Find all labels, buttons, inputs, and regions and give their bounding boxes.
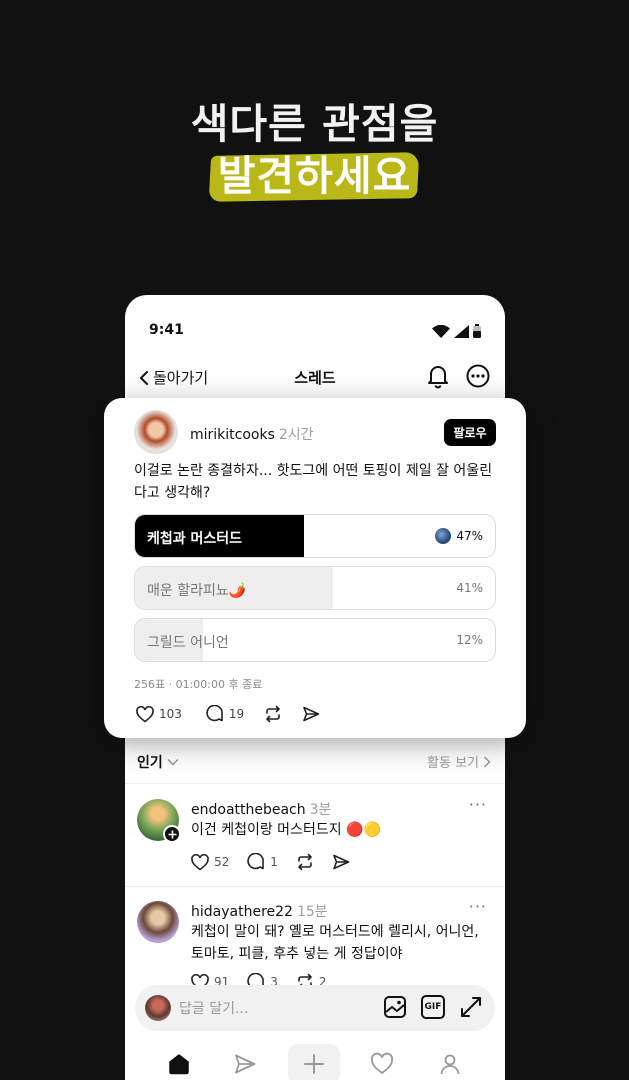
send-icon[interactable]	[233, 1052, 257, 1076]
reply-time: 3분	[309, 802, 332, 818]
wifi-icon	[432, 324, 450, 338]
post-username[interactable]: mirikitcooks	[190, 427, 275, 443]
poll-option-label: 매운 할라피뇨🌶️	[147, 583, 247, 599]
more-icon[interactable]: ···	[469, 795, 487, 814]
like-count: 103	[159, 707, 182, 721]
repost-icon	[298, 853, 312, 871]
reply-text: 케첩이 말이 돼? 옐로 머스터드에 렐리시, 어니언, 토마토, 피클, 후추…	[191, 924, 479, 962]
send-icon	[333, 854, 350, 870]
more-circle-icon[interactable]	[465, 363, 491, 389]
like-button[interactable]: 52	[191, 853, 230, 871]
reply-item: endoatthebeach 3분 ··· 이건 케첩이랑 머스터드지 🔴🟡 52…	[125, 795, 505, 885]
globe-avatar-icon	[435, 528, 451, 544]
home-icon[interactable]	[167, 1052, 191, 1076]
divider	[125, 886, 505, 887]
battery-icon	[473, 324, 481, 338]
heart-icon	[136, 705, 154, 723]
comment-button[interactable]: 19	[206, 705, 244, 723]
comment-button[interactable]: 1	[247, 853, 278, 871]
follow-plus-badge[interactable]	[163, 825, 181, 843]
poll-option-label: 그릴드 어니언	[147, 635, 229, 651]
sort-dropdown[interactable]: 인기	[137, 752, 179, 772]
reply-username[interactable]: hidayathere22	[191, 904, 293, 920]
heart-icon	[191, 853, 209, 871]
more-icon[interactable]: ···	[469, 897, 487, 916]
plus-icon	[168, 830, 176, 838]
avatar[interactable]	[134, 410, 178, 454]
reply-actions: 52 1	[191, 853, 350, 871]
plus-icon	[304, 1054, 324, 1074]
comment-icon	[247, 853, 265, 870]
repost-button[interactable]	[296, 853, 314, 871]
view-activity-link[interactable]: 활동 보기	[427, 752, 491, 771]
headline-line-2: 발견하세요	[217, 152, 412, 200]
repost-button[interactable]	[264, 705, 282, 723]
new-post-button[interactable]	[288, 1044, 340, 1080]
heart-icon[interactable]	[370, 1052, 394, 1076]
reply-composer[interactable]: 답글 달기... GIF	[135, 985, 495, 1031]
reply-text: 이건 케첩이랑 머스터드지 🔴🟡	[191, 822, 381, 838]
bell-icon[interactable]	[425, 363, 451, 389]
post-actions: 103 19	[136, 705, 320, 723]
share-button[interactable]	[332, 853, 350, 871]
status-icons	[432, 324, 481, 338]
reply-user: hidayathere22 15분	[191, 901, 328, 921]
reply-item: hidayathere22 15분 ··· 케첩이 말이 돼? 옐로 머스터드에 …	[125, 897, 505, 991]
expand-icon[interactable]	[459, 995, 483, 1019]
tab-bar	[125, 1040, 505, 1080]
comment-count: 1	[270, 855, 278, 869]
follow-button[interactable]: 팔로우	[444, 419, 496, 446]
reply-input[interactable]: 답글 달기...	[179, 998, 248, 1018]
view-activity-label: 활동 보기	[427, 756, 479, 771]
post-time: 2시간	[278, 427, 314, 443]
sort-row: 인기 활동 보기	[125, 740, 505, 784]
repost-icon	[266, 705, 280, 723]
image-icon[interactable]	[383, 995, 407, 1019]
poll-option[interactable]: 케첩과 머스터드 47%	[134, 514, 496, 558]
comment-count: 19	[228, 707, 245, 721]
send-icon	[303, 706, 320, 722]
headline-highlight-wrap: 발견하세요	[208, 150, 419, 202]
gif-icon[interactable]: GIF	[421, 995, 445, 1019]
promo-headline: 색다른 관점을 발견하세요	[0, 98, 629, 202]
status-time: 9:41	[149, 322, 184, 338]
like-button[interactable]: 103	[136, 705, 182, 723]
chevron-down-icon	[167, 758, 179, 766]
poll-option[interactable]: 매운 할라피뇨🌶️ 41%	[134, 566, 496, 610]
poll-percent: 12%	[456, 633, 483, 647]
poll-option[interactable]: 그릴드 어니언 12%	[134, 618, 496, 662]
composer-icons: GIF	[383, 995, 483, 1019]
poll-post-card: mirikitcooks 2시간 팔로우 이걸로 논란 종결하자... 핫도그에 …	[104, 398, 526, 738]
reply-time: 15분	[296, 904, 328, 920]
like-count: 52	[214, 855, 230, 869]
avatar[interactable]	[137, 901, 179, 943]
comment-icon	[206, 705, 223, 722]
share-button[interactable]	[302, 705, 320, 723]
poll-option-label: 케첩과 머스터드	[147, 531, 243, 547]
poll-percent: 47%	[456, 529, 483, 543]
top-nav: 돌아가기 스레드	[125, 355, 505, 401]
headline-line-1: 색다른 관점을	[190, 100, 439, 148]
signal-icon	[454, 324, 469, 338]
poll-percent: 41%	[456, 581, 483, 595]
reply-user: endoatthebeach 3분	[191, 799, 331, 819]
poll-meta: 256표 · 01:00:00 후 종료	[134, 678, 263, 691]
avatar	[145, 995, 171, 1021]
profile-icon[interactable]	[438, 1052, 462, 1076]
post-user: mirikitcooks 2시간	[190, 424, 314, 444]
chevron-right-icon	[483, 755, 491, 768]
sort-label: 인기	[137, 755, 163, 771]
reply-username[interactable]: endoatthebeach	[191, 802, 306, 818]
post-question: 이걸로 논란 종결하자... 핫도그에 어떤 토핑이 제일 잘 어울린다고 생각…	[134, 463, 493, 501]
